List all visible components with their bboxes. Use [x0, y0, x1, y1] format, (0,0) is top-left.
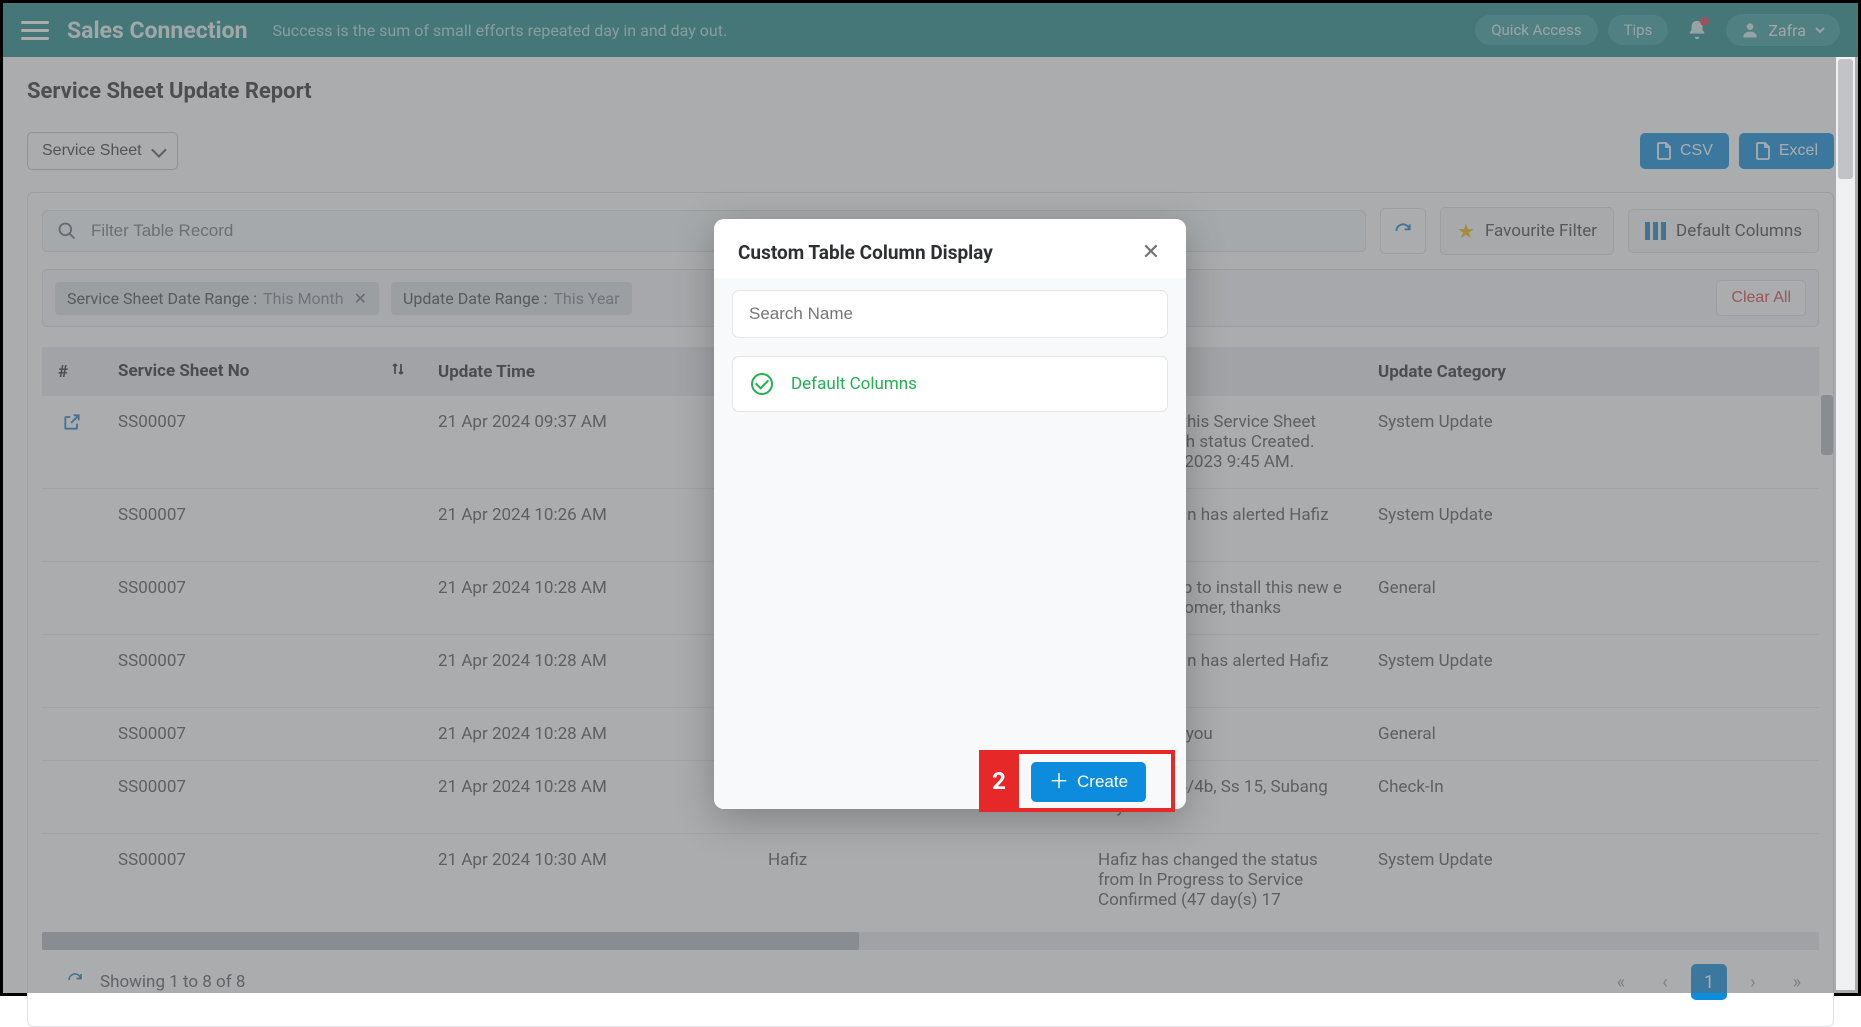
modal-close-button[interactable]: ✕: [1140, 242, 1162, 264]
column-option-default[interactable]: Default Columns: [732, 356, 1168, 412]
modal-header: Custom Table Column Display ✕: [714, 219, 1186, 278]
modal-search-input[interactable]: [732, 290, 1168, 338]
page-vertical-scrollbar[interactable]: [1836, 57, 1855, 990]
modal-body: Default Columns: [714, 278, 1186, 809]
check-circle-icon: [751, 373, 773, 395]
plus-icon: ＋: [1049, 772, 1069, 792]
step-number: 2: [979, 750, 1019, 812]
create-button[interactable]: ＋ Create: [1031, 762, 1146, 802]
create-label: Create: [1077, 772, 1128, 792]
column-display-modal: Custom Table Column Display ✕ Default Co…: [714, 219, 1186, 809]
modal-title: Custom Table Column Display: [738, 241, 1140, 264]
column-option-label: Default Columns: [791, 374, 917, 394]
